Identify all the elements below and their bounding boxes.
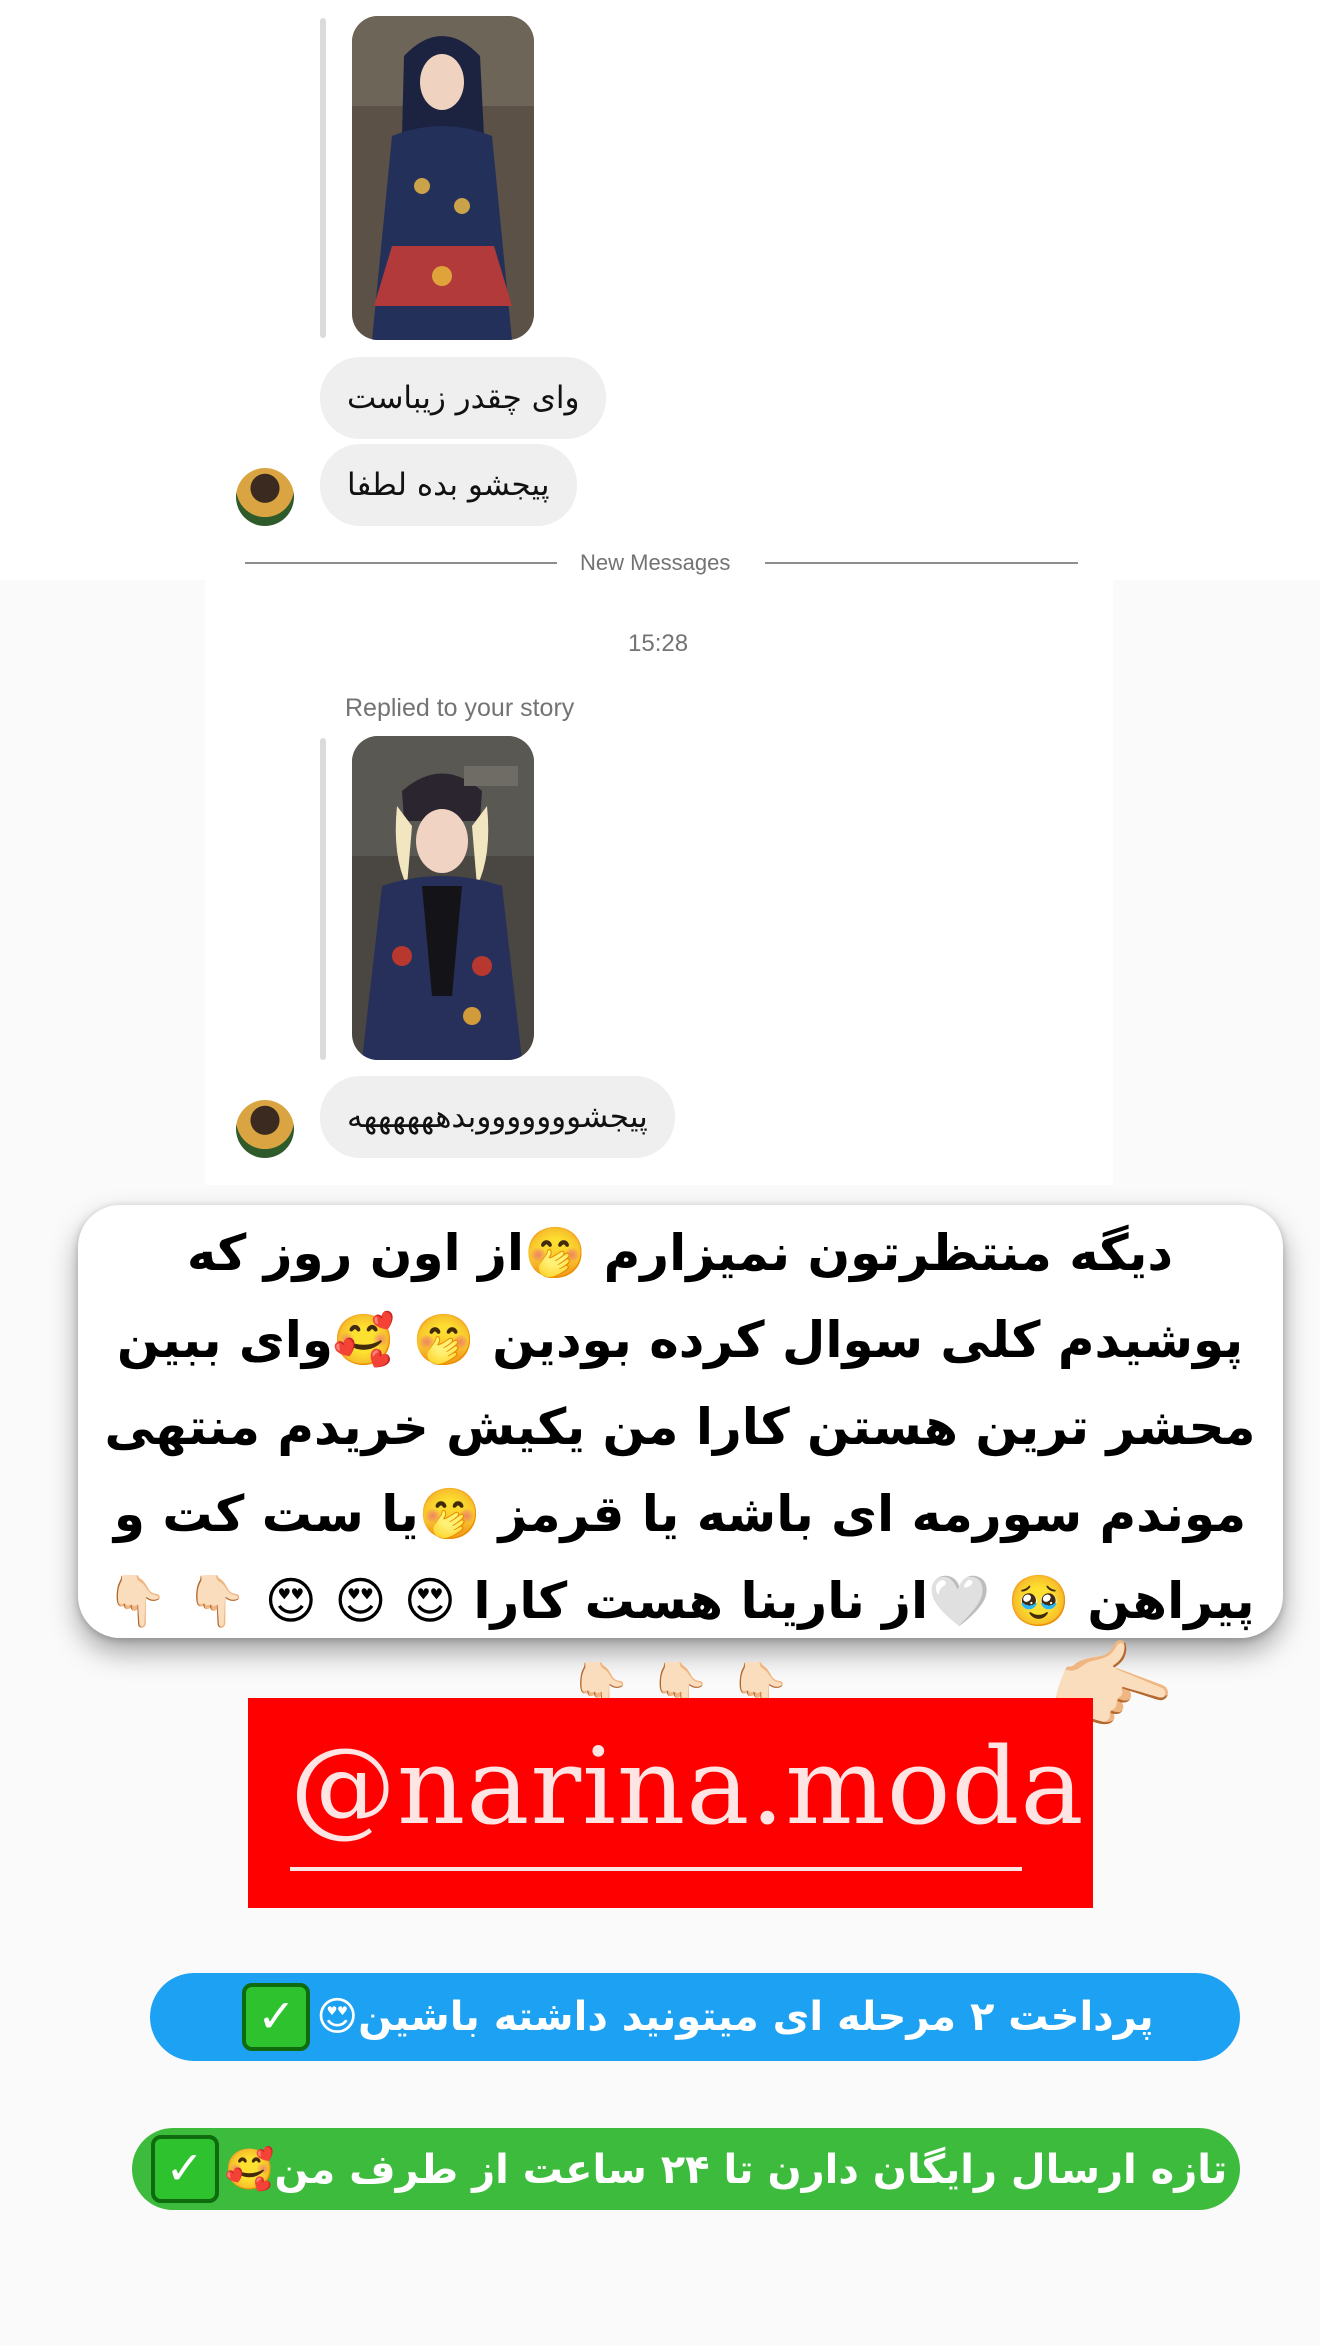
instagram-handle-link[interactable]: @narina.moda <box>290 1725 1085 1848</box>
divider-line-left <box>245 562 557 564</box>
promo-text: تازه ارسال رایگان دارن تا ۲۴ ساعت از طرف… <box>224 2146 1228 2193</box>
check-icon: ✓ <box>150 2135 219 2203</box>
sender-avatar[interactable] <box>236 468 294 526</box>
free-shipping-badge: تازه ارسال رایگان دارن تا ۲۴ ساعت از طرف… <box>132 2128 1240 2210</box>
installment-payment-badge: پرداخت ۲ مرحله ای میتونید داشته باشین😍 ✓ <box>150 1973 1240 2061</box>
message-timestamp: 15:28 <box>628 630 689 657</box>
promo-text: پرداخت ۲ مرحله ای میتونید داشته باشین😍 <box>316 1994 1154 2040</box>
message-bubble[interactable]: وای چقدر زیباست <box>320 357 607 439</box>
message-bubble[interactable]: پیجشو بده لطفا <box>320 444 577 526</box>
check-icon: ✓ <box>242 1983 311 2051</box>
divider-line-right <box>765 562 1078 564</box>
new-messages-divider: New Messages <box>580 550 731 575</box>
message-bubble[interactable]: پیجشوووووووبدههههههه <box>320 1076 675 1158</box>
reply-quote-bar <box>320 18 326 338</box>
reply-quote-bar <box>320 738 326 1060</box>
replied-to-story-label: Replied to your story <box>345 694 575 722</box>
handle-underline <box>290 1867 1022 1871</box>
sender-avatar[interactable] <box>236 1100 294 1158</box>
story-thumbnail[interactable] <box>352 16 534 340</box>
chat-panel <box>205 0 1113 1185</box>
story-thumbnail[interactable] <box>352 736 534 1060</box>
